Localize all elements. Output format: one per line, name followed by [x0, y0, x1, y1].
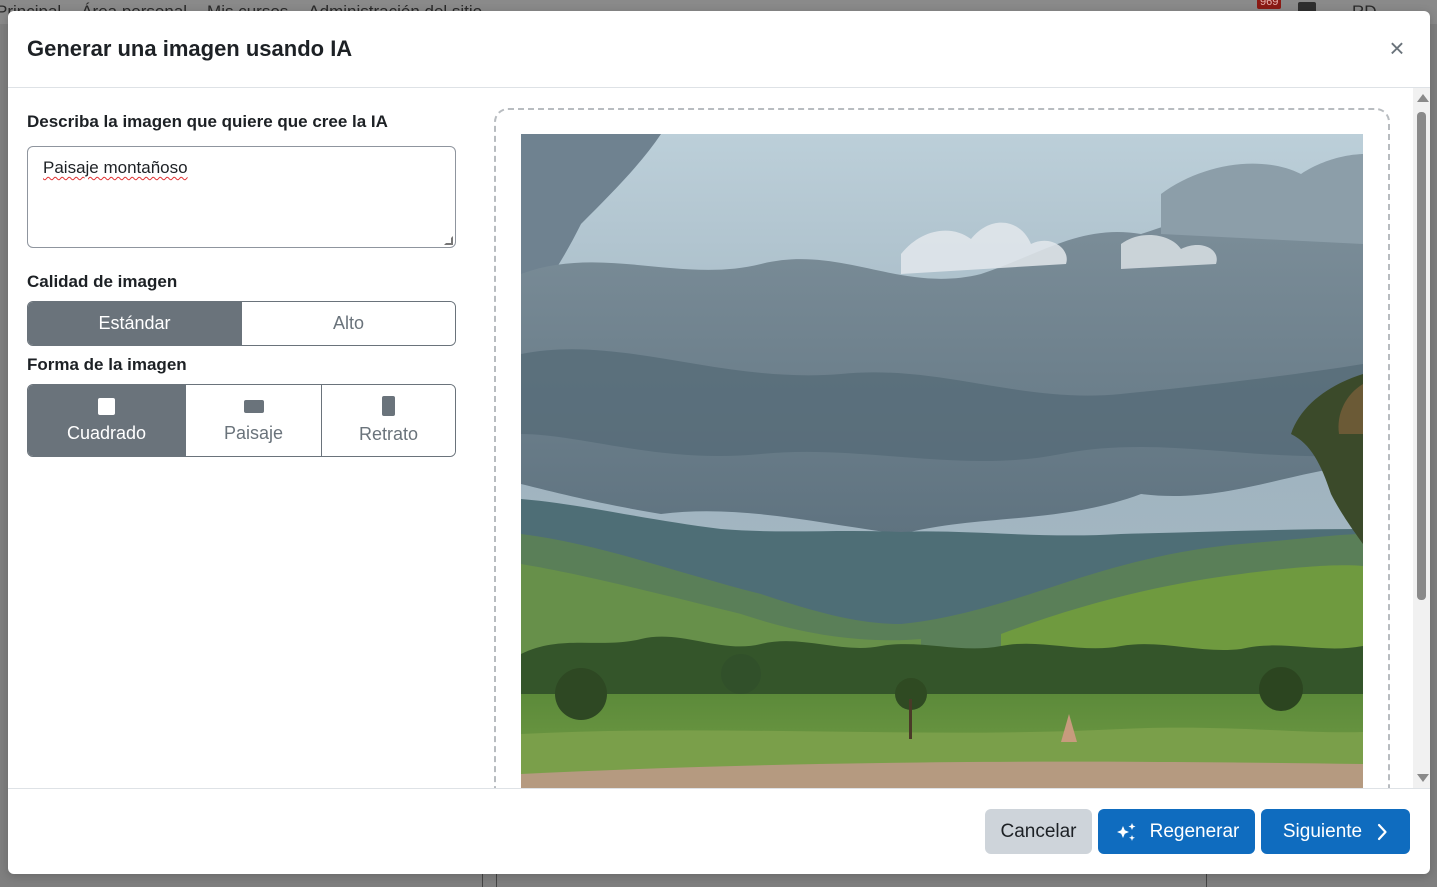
prompt-value: Paisaje montañoso [43, 158, 188, 177]
quality-option-high[interactable]: Alto [241, 302, 455, 345]
scrollbar-thumb[interactable] [1417, 112, 1426, 600]
square-icon [98, 397, 115, 415]
sparkles-icon [1116, 822, 1136, 841]
shape-selector: Cuadrado Paisaje Retrato [27, 384, 456, 457]
scroll-up-arrow-icon[interactable] [1417, 94, 1429, 102]
next-button[interactable]: Siguiente [1261, 809, 1410, 854]
vertical-scrollbar[interactable] [1413, 88, 1430, 788]
background-divider [1206, 872, 1207, 887]
next-button-label: Siguiente [1282, 820, 1363, 842]
modal-footer: Cancelar Regenerar Siguiente [8, 788, 1430, 874]
quality-option-label: Estándar [98, 313, 171, 333]
ai-image-modal: Generar una imagen usando IA × Describa … [8, 11, 1430, 874]
regenerate-button-label: Regenerar [1149, 820, 1240, 842]
shape-option-label: Retrato [358, 424, 419, 444]
regenerate-button[interactable]: Regenerar [1098, 809, 1255, 854]
quality-option-label: Alto [332, 313, 365, 333]
scroll-down-arrow-icon[interactable] [1417, 774, 1429, 782]
chevron-right-icon [1378, 823, 1387, 840]
resize-handle-icon[interactable] [444, 236, 453, 245]
shape-option-label: Cuadrado [66, 422, 147, 443]
quality-label: Calidad de imagen [27, 272, 178, 291]
modal-title: Generar una imagen usando IA [27, 36, 353, 61]
shape-label: Forma de la imagen [27, 355, 187, 374]
cancel-button-label: Cancelar [1000, 820, 1077, 842]
shape-option-square[interactable]: Cuadrado [28, 385, 185, 456]
portrait-icon [382, 396, 395, 416]
background-divider [482, 872, 483, 887]
shape-option-landscape[interactable]: Paisaje [185, 385, 321, 456]
mountain-landscape-image [521, 134, 1363, 788]
background-divider [496, 872, 497, 887]
quality-option-standard[interactable]: Estándar [28, 302, 241, 345]
close-icon[interactable]: × [1386, 35, 1408, 62]
cancel-button[interactable]: Cancelar [985, 809, 1092, 854]
modal-body: Describa la imagen que quiere que cree l… [8, 88, 1430, 788]
prompt-label: Describa la imagen que quiere que cree l… [27, 112, 388, 131]
shape-option-portrait[interactable]: Retrato [321, 385, 455, 456]
generated-image [521, 134, 1363, 788]
quality-selector: Estándar Alto [27, 301, 456, 346]
landscape-icon [243, 399, 264, 413]
modal-header: Generar una imagen usando IA × [8, 11, 1430, 88]
notification-badge: 969 [1257, 0, 1282, 9]
prompt-textarea[interactable]: Paisaje montañoso [27, 146, 456, 248]
shape-option-label: Paisaje [223, 422, 284, 443]
